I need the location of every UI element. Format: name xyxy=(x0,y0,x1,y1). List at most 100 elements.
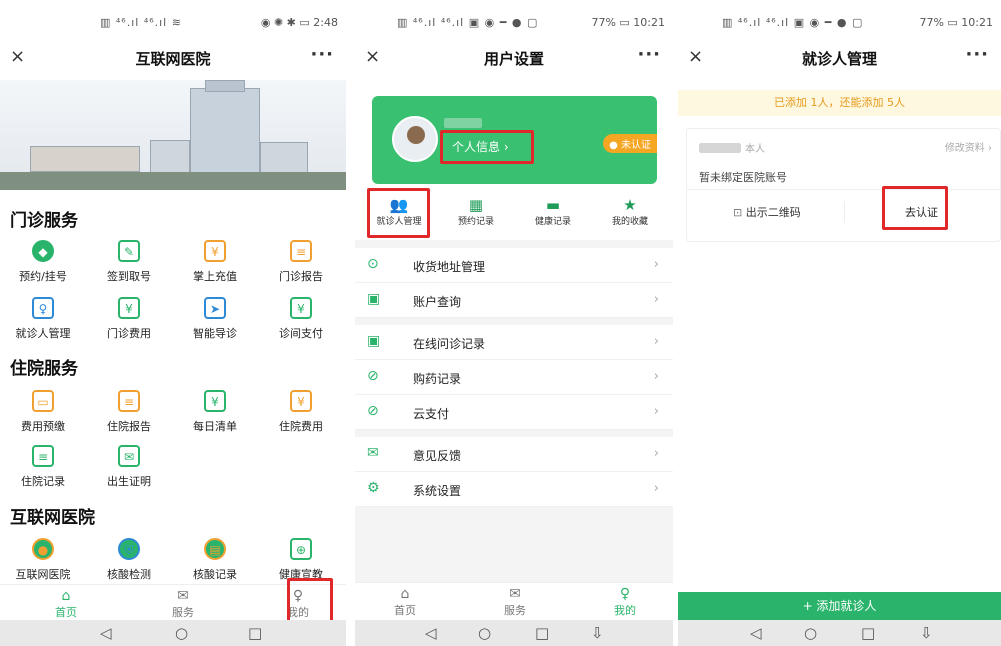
shortcut-label: 预约记录 xyxy=(457,217,494,227)
qr-code-icon: ⊡ xyxy=(733,206,746,219)
tab-label: 服务 xyxy=(504,604,526,617)
grid-item-label: 住院报告 xyxy=(107,420,151,433)
android-nav-bar: ◁ ○ □ xyxy=(0,620,346,646)
tab-mine[interactable]: ♀ 我的 xyxy=(585,586,665,618)
grid-item-inpatient-record[interactable]: ≡ 住院记录 xyxy=(0,445,86,493)
back-icon[interactable]: ◁ xyxy=(425,624,437,642)
grid-item-fee[interactable]: ¥ 门诊费用 xyxy=(86,297,172,345)
user-settings-screen: ▥ ⁴⁶.ıl ⁴⁶.ıl ▣ ◉ ━ ● ▢ 77% ▭ 10:21 × 用户… xyxy=(355,0,673,646)
chevron-right-icon: › xyxy=(653,257,659,272)
grid-item-prepay[interactable]: ▭ 费用预缴 xyxy=(0,390,86,438)
highlight-box-verify xyxy=(882,186,948,230)
menu-item-cloud-pay[interactable]: ⊘ 云支付 › xyxy=(355,395,673,430)
grid-item-appointment[interactable]: ◆ 预约/挂号 xyxy=(0,240,86,288)
grid-item-nucleic-test[interactable]: ⛨ 核酸检测 xyxy=(86,538,172,586)
dropdown-icon[interactable]: ⇩ xyxy=(591,624,604,642)
patient-card: 本人 修改资料 › 暂未绑定医院账号 ⊡ 出示二维码 去认证 xyxy=(686,128,1001,242)
tab-label: 首页 xyxy=(394,604,416,617)
tab-service[interactable]: ✉ 服务 xyxy=(143,588,223,620)
grid-item-internet-hospital[interactable]: ● 互联网医院 xyxy=(0,538,86,586)
grid-item-birth-certificate[interactable]: ✉ 出生证明 xyxy=(86,445,172,493)
shortcut-star[interactable]: ★ 我的收藏 xyxy=(594,196,666,227)
menu-item-label: 账户查询 xyxy=(413,295,462,309)
dropdown-icon[interactable]: ⇩ xyxy=(920,624,933,642)
tab-home[interactable]: ⌂ 首页 xyxy=(26,588,106,620)
grid-item-label: 预约/挂号 xyxy=(19,270,67,283)
recent-apps-icon[interactable]: □ xyxy=(535,624,549,642)
status-icons-left: ▥ ⁴⁶.ıl ⁴⁶.ıl ≋ xyxy=(100,16,182,29)
menu-item-address[interactable]: ⊙ 收货地址管理 › xyxy=(355,248,673,283)
recent-apps-icon[interactable]: □ xyxy=(248,624,262,642)
shortcut-folder[interactable]: ▬ 健康记录 xyxy=(517,196,589,227)
grid-item-label: 诊间支付 xyxy=(279,327,323,340)
grid-item-report[interactable]: ≡ 门诊报告 xyxy=(258,240,344,288)
grid-item-guide[interactable]: ➤ 智能导诊 xyxy=(172,297,258,345)
tab-home[interactable]: ⌂ 首页 xyxy=(365,586,445,618)
home-circle-icon[interactable]: ○ xyxy=(175,624,188,642)
show-qr-button[interactable]: ⊡ 出示二维码 xyxy=(733,204,801,220)
tab-service[interactable]: ✉ 服务 xyxy=(475,586,555,618)
shortcut-calendar[interactable]: ▦ 预约记录 xyxy=(440,196,512,227)
account-icon: ▣ xyxy=(367,291,381,307)
android-nav-bar: ◁ ○ □ ⇩ xyxy=(678,620,1001,646)
patient-icon: ♀ xyxy=(32,297,54,319)
grid-item-label: 每日清单 xyxy=(193,420,237,433)
status-icons-right: 77% ▭ 10:21 xyxy=(591,16,665,29)
menu-item-account[interactable]: ▣ 账户查询 › xyxy=(355,283,673,318)
more-icon[interactable]: ··· xyxy=(310,44,334,65)
grid-item-label: 费用预缴 xyxy=(21,420,65,433)
unverified-badge[interactable]: ● 未认证 xyxy=(603,134,657,153)
home-circle-icon[interactable]: ○ xyxy=(478,624,491,642)
inpatient-section-title: 住院服务 xyxy=(10,359,78,379)
page-title: 就诊人管理 xyxy=(801,50,877,68)
highlight-box-personal-info xyxy=(440,130,534,164)
menu-item-label: 在线问诊记录 xyxy=(413,337,486,351)
nucleic-record-icon: ▤ xyxy=(204,538,226,560)
shortcut-label: 健康记录 xyxy=(534,217,571,227)
grid-item-inpatient-fee[interactable]: ¥ 住院费用 xyxy=(258,390,344,438)
back-icon[interactable]: ◁ xyxy=(750,624,762,642)
menu-item-settings[interactable]: ⚙ 系统设置 › xyxy=(355,472,673,507)
grid-item-patient[interactable]: ♀ 就诊人管理 xyxy=(0,297,86,345)
chevron-right-icon: › xyxy=(653,292,659,307)
menu-item-consult[interactable]: ▣ 在线问诊记录 › xyxy=(355,325,673,360)
more-icon[interactable]: ··· xyxy=(637,44,661,65)
grid-item-daily-list[interactable]: ¥ 每日清单 xyxy=(172,390,258,438)
edit-info-link[interactable]: 修改资料 › xyxy=(945,139,992,154)
grid-item-sign-in[interactable]: ✎ 签到取号 xyxy=(86,240,172,288)
grid-item-label: 出生证明 xyxy=(107,475,151,488)
star-icon: ★ xyxy=(623,196,637,214)
grid-item-label: 就诊人管理 xyxy=(15,327,71,340)
guide-icon: ➤ xyxy=(204,297,226,319)
folder-icon: ▬ xyxy=(545,196,561,214)
add-patient-button[interactable]: + 添加就诊人 xyxy=(678,592,1001,620)
menu-item-medicine[interactable]: ⊘ 购药记录 › xyxy=(355,360,673,395)
grid-item-label: 互联网医院 xyxy=(15,568,71,581)
tab-label: 首页 xyxy=(55,606,77,619)
grid-item-recharge[interactable]: ¥ 掌上充值 xyxy=(172,240,258,288)
grid-item-pay[interactable]: ¥ 诊间支付 xyxy=(258,297,344,345)
back-icon[interactable]: ◁ xyxy=(100,624,112,642)
grid-item-nucleic-record[interactable]: ▤ 核酸记录 xyxy=(172,538,258,586)
tab-label: 服务 xyxy=(172,606,194,619)
recent-apps-icon[interactable]: □ xyxy=(861,624,875,642)
grid-item-label: 核酸记录 xyxy=(193,568,237,581)
grid-item-inpatient-report[interactable]: ≡ 住院报告 xyxy=(86,390,172,438)
menu-group-address: ⊙ 收货地址管理 › ▣ 账户查询 › xyxy=(355,248,673,318)
page-title: 用户设置 xyxy=(483,50,544,68)
pay-icon: ¥ xyxy=(290,297,312,319)
user-icon: ♀ xyxy=(619,586,631,602)
grid-item-label: 核酸检测 xyxy=(107,568,151,581)
blurred-patient-name xyxy=(699,143,741,153)
more-icon[interactable]: ··· xyxy=(965,44,989,65)
chevron-right-icon: › xyxy=(653,481,659,496)
grid-item-label: 掌上充值 xyxy=(193,270,237,283)
settings-icon: ⚙ xyxy=(367,480,380,496)
title-bar: × 就诊人管理 ··· xyxy=(678,40,1001,76)
self-tag: 本人 xyxy=(745,144,765,155)
consult-icon: ▣ xyxy=(367,333,381,349)
grid-item-label: 智能导诊 xyxy=(193,327,237,340)
home-circle-icon[interactable]: ○ xyxy=(804,624,817,642)
menu-group-records: ▣ 在线问诊记录 › ⊘ 购药记录 › ⊘ 云支付 › xyxy=(355,325,673,430)
menu-item-feedback[interactable]: ✉ 意见反馈 › xyxy=(355,437,673,472)
